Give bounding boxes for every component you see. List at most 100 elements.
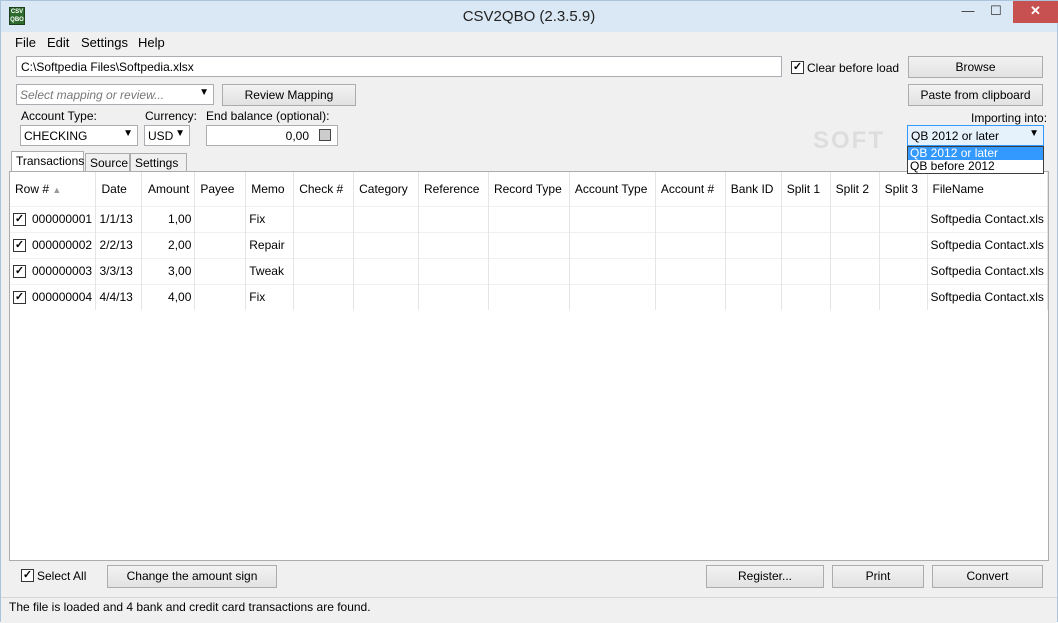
split2-cell[interactable] [830, 257, 880, 284]
check-cell[interactable] [293, 257, 355, 284]
account-number-cell[interactable] [655, 205, 726, 232]
split1-cell[interactable] [781, 205, 831, 232]
split2-cell[interactable] [830, 283, 880, 310]
menu-edit[interactable]: Edit [47, 35, 69, 50]
split2-cell[interactable] [830, 231, 880, 258]
column-header[interactable]: Memo [245, 172, 295, 206]
split3-cell[interactable] [879, 205, 928, 232]
record-type-cell[interactable] [488, 283, 570, 310]
bank-id-cell[interactable] [725, 205, 782, 232]
split3-cell[interactable] [879, 283, 928, 310]
column-header[interactable]: Date [95, 172, 143, 206]
table-row[interactable]: ✓000000002 2/2/13 2,00 Repair Softpedia [10, 231, 1048, 258]
memo-cell[interactable]: Repair [245, 231, 295, 258]
payee-cell[interactable] [194, 205, 247, 232]
column-header[interactable]: Amount [141, 172, 196, 206]
row-number-cell[interactable]: ✓ 000000004 [10, 283, 97, 310]
column-header[interactable]: Split 1 [781, 172, 831, 206]
memo-cell[interactable]: Fix [245, 205, 295, 232]
clear-before-load-checkbox[interactable]: ✓ [791, 61, 804, 74]
column-header[interactable]: Check # [293, 172, 355, 206]
row-checkbox[interactable]: ✓ [13, 265, 26, 279]
reference-cell[interactable] [418, 257, 489, 284]
filename-cell[interactable]: Softpedia Contact.xls [927, 283, 1048, 310]
split3-cell[interactable] [879, 257, 928, 284]
category-cell[interactable] [353, 231, 420, 258]
change-amount-sign-button[interactable]: Change the amount sign [107, 565, 277, 588]
bank-id-cell[interactable] [725, 283, 782, 310]
reference-cell[interactable] [418, 205, 489, 232]
reference-cell[interactable] [418, 283, 489, 310]
account-type-cell[interactable] [569, 205, 656, 232]
browse-button[interactable]: Browse [908, 56, 1043, 78]
memo-cell[interactable]: Tweak [245, 257, 295, 284]
review-mapping-button[interactable]: Review Mapping [222, 84, 356, 106]
column-header[interactable]: Row # ▲ [10, 172, 97, 206]
account-type-cell[interactable] [569, 257, 656, 284]
register-button[interactable]: Register... [706, 565, 824, 588]
tab-transactions[interactable]: Transactions [11, 151, 84, 172]
title-bar[interactable]: CSV QBO CSV2QBO (2.3.5.9) — ☐ ✕ [1, 1, 1058, 32]
check-cell[interactable] [293, 283, 355, 310]
column-header[interactable]: Category [353, 172, 420, 206]
split1-cell[interactable] [781, 257, 831, 284]
column-header[interactable]: Account # [655, 172, 726, 206]
payee-cell[interactable] [194, 257, 247, 284]
reference-cell[interactable] [418, 231, 489, 258]
check-cell[interactable] [293, 231, 355, 258]
row-checkbox[interactable]: ✓ [13, 213, 26, 227]
record-type-cell[interactable] [488, 231, 570, 258]
table-row[interactable]: ✓000000003 3/3/13 3,00 Tweak Softpedia [10, 257, 1048, 284]
convert-button[interactable]: Convert [932, 565, 1043, 588]
amount-cell[interactable]: 4,00 [141, 283, 196, 310]
row-checkbox[interactable]: ✓ [13, 239, 26, 253]
account-number-cell[interactable] [655, 257, 726, 284]
row-number-cell[interactable]: ✓ 000000003 [10, 257, 97, 284]
column-header[interactable]: Split 3 [879, 172, 928, 206]
table-row[interactable]: ✓000000001 1/1/13 1,00 Fix Softpedia Co [10, 205, 1048, 232]
bank-id-cell[interactable] [725, 257, 782, 284]
payee-cell[interactable] [194, 231, 247, 258]
account-number-cell[interactable] [655, 283, 726, 310]
tab-settings[interactable]: Settings [130, 153, 187, 171]
column-header[interactable]: Split 2 [830, 172, 880, 206]
split2-cell[interactable] [830, 205, 880, 232]
menu-help[interactable]: Help [138, 35, 165, 50]
column-header[interactable]: Record Type [488, 172, 570, 206]
account-type-cell[interactable] [569, 231, 656, 258]
row-number-cell[interactable]: ✓ 000000001 [10, 205, 97, 232]
filename-cell[interactable]: Softpedia Contact.xls [927, 231, 1048, 258]
close-icon[interactable]: ✕ [1013, 1, 1058, 23]
row-checkbox[interactable]: ✓ [13, 291, 26, 305]
split1-cell[interactable] [781, 231, 831, 258]
date-cell[interactable]: 2/2/13 [95, 231, 143, 258]
column-header[interactable]: Payee [194, 172, 247, 206]
print-button[interactable]: Print [832, 565, 924, 588]
category-cell[interactable] [353, 283, 420, 310]
paste-from-clipboard-button[interactable]: Paste from clipboard [908, 84, 1043, 106]
calculator-icon[interactable] [319, 129, 331, 141]
tab-source[interactable]: Source [85, 153, 130, 171]
mapping-select[interactable]: Select mapping or review... ▼ [16, 84, 214, 105]
minimize-icon[interactable]: — [956, 1, 980, 23]
record-type-cell[interactable] [488, 257, 570, 284]
split3-cell[interactable] [879, 231, 928, 258]
table-row[interactable]: ✓000000004 4/4/13 4,00 Fix Softpedia Co [10, 283, 1048, 310]
menu-settings[interactable]: Settings [81, 35, 128, 50]
menu-file[interactable]: File [15, 35, 36, 50]
amount-cell[interactable]: 3,00 [141, 257, 196, 284]
date-cell[interactable]: 3/3/13 [95, 257, 143, 284]
column-header[interactable]: FileName [927, 172, 1048, 206]
category-cell[interactable] [353, 205, 420, 232]
column-header[interactable]: Account Type [569, 172, 656, 206]
amount-cell[interactable]: 1,00 [141, 205, 196, 232]
column-header[interactable]: Bank ID [725, 172, 782, 206]
category-cell[interactable] [353, 257, 420, 284]
end-balance-input[interactable]: 0,00 [206, 125, 338, 146]
column-header[interactable]: Reference [418, 172, 489, 206]
select-all-checkbox[interactable]: ✓ [21, 569, 34, 582]
amount-cell[interactable]: 2,00 [141, 231, 196, 258]
split1-cell[interactable] [781, 283, 831, 310]
check-cell[interactable] [293, 205, 355, 232]
importing-into-select[interactable]: QB 2012 or later ▼ [907, 125, 1044, 146]
